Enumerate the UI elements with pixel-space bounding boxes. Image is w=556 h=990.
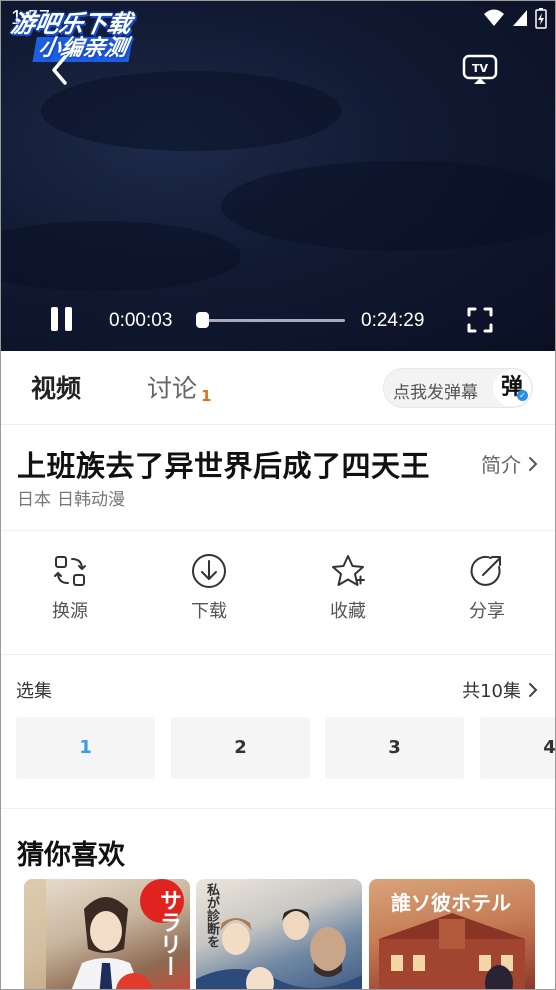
episodes-total-link[interactable]: 共10集 (462, 677, 539, 703)
category-tag: 日韩动漫 (57, 490, 125, 510)
watermark-logo: 游吧乐下载 小编亲测 (5, 10, 154, 62)
action-label: 换源 (52, 601, 88, 622)
recommend-card[interactable]: 誰ソ彼ホテル (369, 879, 535, 989)
download-icon (192, 554, 226, 588)
action-label: 下载 (191, 601, 227, 622)
app-screen: 1:57 游吧乐下载 小编亲测 TV 0:00:03 0:24:29 视频 讨论… (0, 0, 556, 990)
fullscreen-button[interactable] (467, 307, 493, 333)
action-label: 收藏 (330, 601, 366, 622)
signal-icon (513, 10, 527, 26)
episodes-total: 共10集 (462, 681, 521, 702)
cloud-shape (221, 161, 555, 251)
chevron-right-icon (529, 456, 538, 471)
switch-source-icon (54, 556, 86, 586)
discussion-count-badge: 1 (201, 387, 212, 405)
cloud-shape (1, 221, 241, 291)
region-tag: 日本 (17, 490, 51, 510)
favorite-button[interactable]: 收藏 (308, 553, 388, 623)
chevron-right-icon (529, 683, 538, 697)
card-caption: 私が診断を (204, 883, 219, 948)
seek-thumb[interactable] (196, 312, 209, 328)
intro-label: 简介 (481, 453, 521, 477)
share-button[interactable]: 分享 (447, 553, 527, 623)
video-title: 上班族去了异世界后成了四天王 (17, 449, 431, 483)
pause-icon (51, 307, 58, 331)
current-time: 0:00:03 (109, 310, 173, 331)
card-caption: 誰ソ彼ホテル (391, 891, 511, 915)
card-caption: サラリー (156, 889, 181, 977)
download-button[interactable]: 下载 (169, 553, 249, 623)
recommend-card[interactable]: 私が診断を (196, 879, 362, 989)
episode-button[interactable]: 2 (171, 717, 310, 779)
cloud-shape (41, 71, 341, 151)
danmaku-icon: 弹 ✓ (493, 370, 531, 406)
recommend-title: 猜你喜欢 (17, 840, 125, 871)
check-icon: ✓ (517, 390, 528, 401)
cast-tv-button[interactable]: TV (461, 53, 499, 87)
episodes-title: 选集 (16, 681, 52, 702)
chevron-left-icon (52, 55, 67, 85)
back-button[interactable] (45, 53, 75, 87)
wifi-icon (484, 9, 504, 26)
action-bar: 换源 下载 收藏 分享 (1, 531, 555, 655)
danmaku-label: 点我发弹幕 (393, 383, 478, 403)
player-controls: 0:00:03 0:24:29 (1, 301, 555, 341)
pause-button[interactable] (49, 307, 75, 333)
total-time: 0:24:29 (361, 310, 425, 331)
status-icons (483, 7, 547, 29)
video-player[interactable]: 1:57 游吧乐下载 小编亲测 TV 0:00:03 0:24:29 (1, 1, 555, 351)
video-meta: 日本 日韩动漫 (17, 485, 125, 510)
video-info: 上班族去了异世界后成了四天王 简介 日本 日韩动漫 (1, 425, 555, 531)
seek-bar[interactable] (201, 319, 345, 322)
recommendations: 猜你喜欢 サラリー 私が診断を 誰ソ彼ホテル (1, 809, 555, 989)
star-icon (332, 555, 365, 586)
intro-link[interactable]: 简介 (481, 449, 539, 478)
episode-button[interactable]: 3 (325, 717, 464, 779)
battery-icon (535, 8, 547, 29)
watermark-line-1: 游吧乐下载 (8, 10, 134, 38)
tab-video[interactable]: 视频 (31, 369, 81, 405)
pause-icon (65, 307, 72, 331)
danmaku-button[interactable]: 点我发弹幕 弹 ✓ (383, 368, 533, 408)
tv-cast-icon: TV (462, 54, 498, 84)
switch-source-button[interactable]: 换源 (30, 553, 110, 623)
fullscreen-icon (467, 307, 493, 333)
recommend-card[interactable]: サラリー (24, 879, 190, 989)
svg-text:TV: TV (472, 62, 489, 75)
tab-bar: 视频 讨论 1 点我发弹幕 弹 ✓ (1, 351, 555, 425)
episode-selector: 选集 共10集 1 2 3 4 (1, 655, 555, 809)
tab-discussion[interactable]: 讨论 (147, 369, 197, 405)
action-label: 分享 (469, 601, 505, 622)
share-icon (470, 555, 501, 586)
episode-button[interactable]: 4 (480, 717, 555, 779)
episode-button[interactable]: 1 (16, 717, 155, 779)
